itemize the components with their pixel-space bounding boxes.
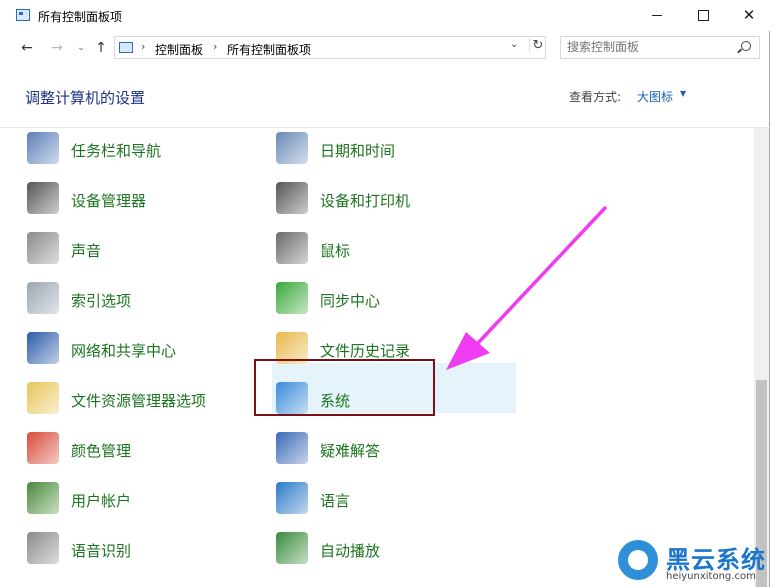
close-icon: ✕ <box>742 6 756 24</box>
item-autoplay[interactable]: 自动播放 <box>276 528 506 572</box>
watermark-url: heiyunxitong.com <box>666 571 756 582</box>
item-label: 设备管理器 <box>71 192 147 210</box>
page-title: 调整计算机的设置 <box>25 89 146 107</box>
folder-options-icon <box>27 382 59 414</box>
item-label: 同步中心 <box>320 292 381 310</box>
items-list: 任务栏和导航 设备管理器声音索引选项网络和共享中心文件资源管理器选项 颜色管理用户帐… <box>0 128 754 587</box>
background-strip <box>770 0 780 587</box>
sound-icon <box>27 232 59 264</box>
control-panel-window: 所有控制面板项 ✕ ← → ⌄ ↑ › 控制面板 › 所有控制面板项 ⌄ ↻ 调… <box>0 0 770 587</box>
navigation-bar: ← → ⌄ ↑ › 控制面板 › 所有控制面板项 ⌄ ↻ <box>0 31 770 65</box>
device-manager-icon <box>27 182 59 214</box>
address-dropdown-icon[interactable]: ⌄ <box>510 39 518 50</box>
item-color-management[interactable]: 颜色管理 <box>27 428 247 472</box>
item-label: 语音识别 <box>71 542 132 560</box>
watermark-name: 黑云系统 <box>666 546 766 574</box>
breadcrumb-separator-icon[interactable]: › <box>141 40 145 53</box>
item-label: 语言 <box>320 492 351 510</box>
item-label: 日期和时间 <box>320 142 396 160</box>
item-speech-recognition[interactable]: 语音识别 <box>27 528 247 572</box>
up-button[interactable]: ↑ <box>90 37 112 59</box>
item-devices-printers[interactable]: 设备和打印机 <box>276 178 506 222</box>
item-label: 文件历史记录 <box>320 342 411 360</box>
indexing-icon <box>27 282 59 314</box>
item-label: 文件资源管理器选项 <box>71 392 207 410</box>
breadcrumb-all-items[interactable]: 所有控制面板项 <box>227 41 311 58</box>
maximize-button[interactable] <box>680 0 726 31</box>
item-indexing[interactable]: 索引选项 <box>27 278 247 322</box>
troubleshooting-icon <box>276 432 308 464</box>
search-input[interactable] <box>567 40 727 54</box>
item-label: 任务栏和导航 <box>71 142 162 160</box>
control-panel-icon <box>16 9 30 21</box>
item-mouse[interactable]: 鼠标 <box>276 228 506 272</box>
mouse-icon <box>276 232 308 264</box>
taskbar-icon <box>27 132 59 164</box>
item-label: 自动播放 <box>320 542 381 560</box>
watermark: 黑云系统 heiyunxitong.com <box>612 538 776 586</box>
network-icon <box>27 332 59 364</box>
forward-button[interactable]: → <box>46 37 68 59</box>
address-bar[interactable]: › 控制面板 › 所有控制面板项 ⌄ ↻ <box>114 36 546 59</box>
vertical-scrollbar[interactable] <box>754 128 769 587</box>
item-label: 设备和打印机 <box>320 192 411 210</box>
item-label: 疑难解答 <box>320 442 381 460</box>
item-label: 声音 <box>71 242 102 260</box>
minimize-button[interactable] <box>634 0 680 31</box>
item-label: 索引选项 <box>71 292 132 310</box>
devices-printers-icon <box>276 182 308 214</box>
item-troubleshooting[interactable]: 疑难解答 <box>276 428 506 472</box>
watermark-logo-icon <box>618 540 658 580</box>
item-taskbar[interactable]: 任务栏和导航 <box>27 128 247 172</box>
item-user-accounts[interactable]: 用户帐户 <box>27 478 247 522</box>
search-box[interactable] <box>560 36 760 59</box>
title-bar: 所有控制面板项 ✕ <box>0 0 770 31</box>
back-button[interactable]: ← <box>16 37 38 59</box>
item-device-manager[interactable]: 设备管理器 <box>27 178 247 222</box>
color-management-icon <box>27 432 59 464</box>
user-accounts-icon <box>27 482 59 514</box>
view-by-dropdown[interactable]: 大图标 <box>637 88 673 105</box>
chevron-down-icon[interactable]: ▼ <box>680 89 686 98</box>
breadcrumb-control-panel[interactable]: 控制面板 <box>155 41 203 58</box>
item-date-time[interactable]: 日期和时间 <box>276 128 506 172</box>
recent-locations-button[interactable]: ⌄ <box>70 37 92 59</box>
item-label: 网络和共享中心 <box>71 342 177 360</box>
item-network[interactable]: 网络和共享中心 <box>27 328 247 372</box>
breadcrumb-separator-icon[interactable]: › <box>213 40 217 53</box>
sync-center-icon <box>276 282 308 314</box>
close-button[interactable]: ✕ <box>726 0 772 31</box>
window-title: 所有控制面板项 <box>38 10 123 24</box>
date-time-icon <box>276 132 308 164</box>
minimize-icon <box>652 14 662 16</box>
item-language[interactable]: 语言 <box>276 478 506 522</box>
item-sync-center[interactable]: 同步中心 <box>276 278 506 322</box>
item-label: 颜色管理 <box>71 442 132 460</box>
view-by-label: 查看方式: <box>569 90 622 104</box>
annotation-box <box>254 359 435 416</box>
maximize-icon <box>697 9 709 21</box>
language-icon <box>276 482 308 514</box>
search-icon[interactable] <box>741 41 751 51</box>
speech-recognition-icon <box>27 532 59 564</box>
item-folder-options[interactable]: 文件资源管理器选项 <box>27 378 247 422</box>
refresh-button[interactable]: ↻ <box>529 38 546 53</box>
control-panel-icon <box>119 42 133 53</box>
item-label: 鼠标 <box>320 242 351 260</box>
autoplay-icon <box>276 532 308 564</box>
item-label: 用户帐户 <box>71 492 132 510</box>
page-header: 调整计算机的设置 查看方式: 大图标 ▼ <box>0 65 770 128</box>
item-sound[interactable]: 声音 <box>27 228 247 272</box>
